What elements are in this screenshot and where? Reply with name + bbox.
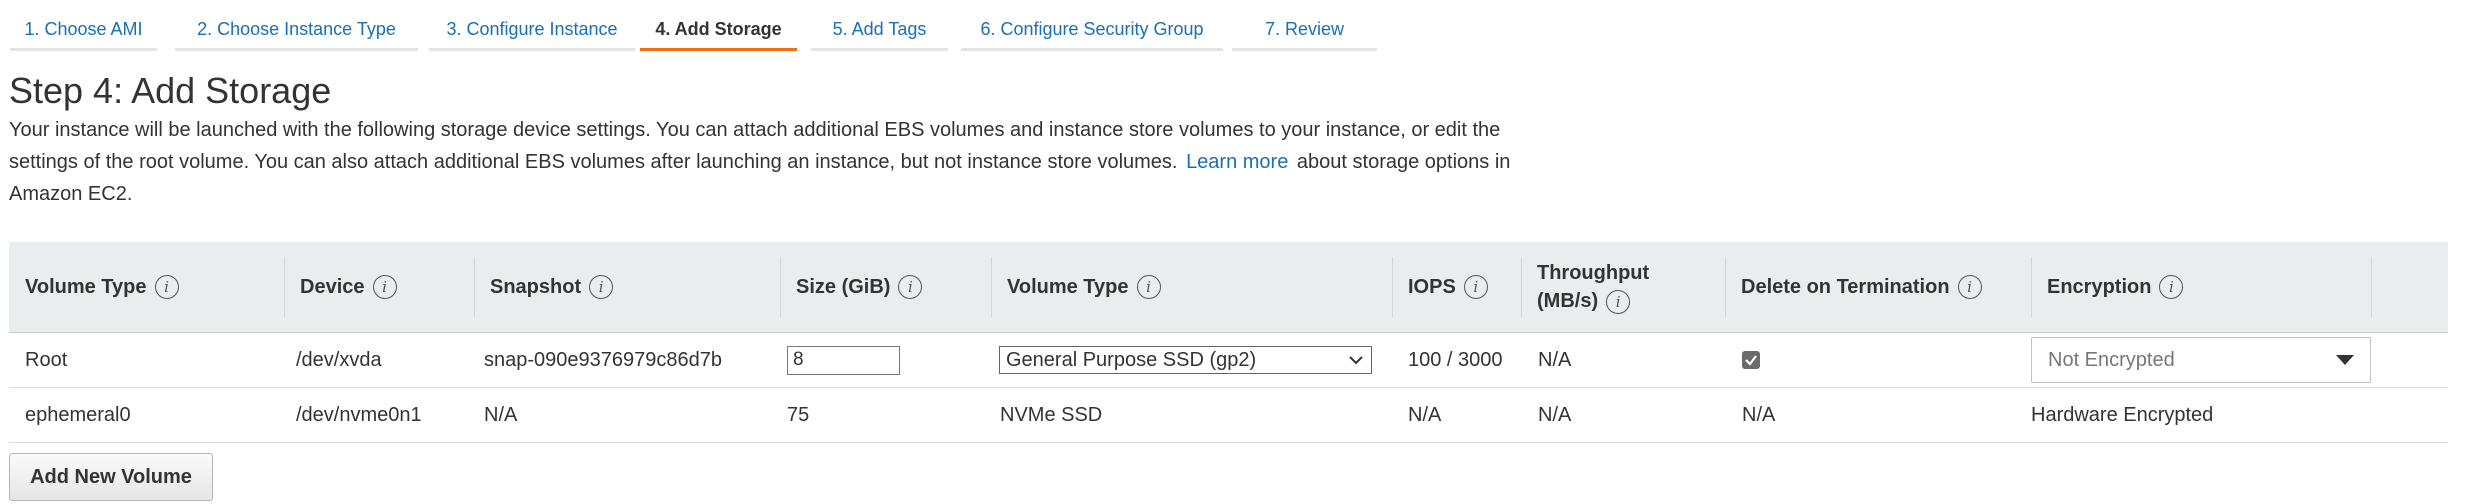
page-title: Step 4: Add Storage (9, 70, 332, 111)
header-delete-on-termination: Delete on Termination i (1725, 242, 2031, 332)
header-label: Snapshot (490, 275, 582, 298)
header-label: Volume Type (25, 275, 147, 298)
cell-snapshot: snap-090e9376979c86d7b (484, 348, 722, 371)
table-row: ephemeral0 /dev/nvme0n1 N/A 75 NVMe SSD … (9, 388, 2448, 443)
cell-delete-on-termination (1742, 333, 1760, 387)
storage-table: Volume Type i Device i Snapshot i Size (… (9, 242, 2448, 443)
page-description: Your instance will be launched with the … (9, 114, 1539, 210)
header-label: Encryption (2047, 275, 2152, 298)
info-icon[interactable]: i (1957, 275, 1982, 299)
table-row: Root /dev/xvda snap-090e9376979c86d7b Ge… (9, 333, 2448, 388)
cell-device: /dev/xvda (296, 348, 382, 371)
header-label: IOPS (1408, 275, 1456, 298)
tab-add-storage[interactable]: 4. Add Storage (640, 8, 797, 51)
tab-configure-security-group[interactable]: 6. Configure Security Group (961, 8, 1223, 51)
cell-volume-type: ephemeral0 (25, 403, 131, 426)
add-new-volume-button[interactable]: Add New Volume (9, 453, 213, 501)
volume-type-select[interactable]: General Purpose SSD (gp2) (999, 346, 1372, 374)
encryption-selected: Not Encrypted (2048, 348, 2175, 371)
chevron-down-icon (1349, 356, 1363, 365)
tab-review[interactable]: 7. Review (1232, 8, 1377, 51)
cell-size (787, 333, 900, 387)
cell-delete-on-termination: N/A (1742, 403, 1776, 426)
header-volume-type: Volume Type i (9, 242, 284, 332)
cell-throughput: N/A (1538, 403, 1572, 426)
header-label: Delete on Termination (1741, 275, 1950, 298)
cell-ebs-volume-type: NVMe SSD (1000, 403, 1103, 426)
volume-type-selected: General Purpose SSD (gp2) (1006, 348, 1257, 371)
header-ebs-volume-type: Volume Type i (991, 242, 1392, 332)
header-snapshot: Snapshot i (474, 242, 780, 332)
cell-throughput: N/A (1538, 348, 1572, 371)
header-iops: IOPS i (1392, 242, 1521, 332)
caret-down-icon (2336, 355, 2354, 365)
info-icon[interactable]: i (1463, 275, 1488, 299)
cell-iops: N/A (1408, 403, 1442, 426)
info-icon[interactable]: i (372, 275, 397, 299)
header-actions (2371, 242, 2448, 332)
tab-configure-instance[interactable]: 3. Configure Instance (429, 8, 635, 51)
info-icon[interactable]: i (1606, 289, 1631, 314)
cell-encryption: Hardware Encrypted (2031, 403, 2214, 426)
cell-encryption: Not Encrypted (2031, 333, 2371, 387)
header-label: Throughput (MB/s) i (1537, 259, 1649, 315)
info-icon[interactable]: i (898, 275, 923, 299)
info-icon[interactable]: i (2159, 275, 2184, 299)
tab-choose-instance-type[interactable]: 2. Choose Instance Type (175, 8, 418, 51)
info-icon[interactable]: i (1136, 275, 1161, 299)
cell-device: /dev/nvme0n1 (296, 403, 422, 426)
info-icon[interactable]: i (589, 275, 614, 299)
learn-more-link[interactable]: Learn more (1183, 151, 1291, 173)
header-label: Size (GiB) (796, 275, 891, 298)
cell-snapshot: N/A (484, 403, 518, 426)
header-throughput: Throughput (MB/s) i (1521, 242, 1725, 332)
header-device: Device i (284, 242, 474, 332)
header-label-line1: Throughput (1537, 262, 1650, 284)
header-size: Size (GiB) i (780, 242, 991, 332)
header-label: Volume Type (1007, 275, 1129, 298)
delete-on-termination-checkbox[interactable] (1742, 351, 1760, 369)
cell-iops: 100 / 3000 (1408, 348, 1503, 371)
tab-add-tags[interactable]: 5. Add Tags (811, 8, 948, 51)
tab-choose-ami[interactable]: 1. Choose AMI (10, 8, 157, 51)
cell-volume-type: Root (25, 348, 68, 371)
size-input[interactable] (787, 345, 900, 375)
info-icon[interactable]: i (154, 275, 179, 299)
header-encryption: Encryption i (2031, 242, 2371, 332)
table-header: Volume Type i Device i Snapshot i Size (… (9, 242, 2448, 333)
cell-size: 75 (787, 403, 810, 426)
header-label-line2: (MB/s) i (1537, 287, 1649, 315)
header-label: Device (300, 275, 365, 298)
cell-ebs-volume-type: General Purpose SSD (gp2) (999, 333, 1372, 387)
encryption-select[interactable]: Not Encrypted (2031, 337, 2371, 383)
checkmark-icon (1745, 355, 1757, 366)
